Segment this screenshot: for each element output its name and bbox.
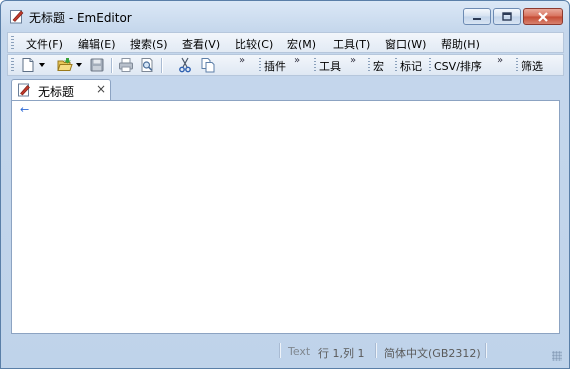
menu-help[interactable]: 帮助(H) — [441, 36, 480, 52]
tab-untitled[interactable]: 无标题 × — [11, 79, 111, 100]
close-icon — [538, 11, 548, 22]
filter-toolbar-label[interactable]: 筛选 — [521, 58, 543, 74]
document-icon — [18, 83, 30, 97]
status-bar: Text 行 1,列 1 简体中文(GB2312) — [7, 339, 564, 363]
print-preview-icon[interactable] — [139, 57, 155, 73]
toolbar-grip[interactable] — [368, 58, 370, 73]
macros-toolbar-label[interactable]: 宏 — [373, 58, 384, 74]
open-dropdown-icon[interactable] — [76, 63, 82, 67]
tools-overflow-chevron[interactable]: » — [350, 55, 356, 66]
minimize-icon — [473, 17, 481, 20]
menu-file[interactable]: 文件(F) — [26, 36, 63, 52]
new-file-icon[interactable] — [20, 57, 36, 73]
status-mode[interactable]: Text — [288, 345, 310, 358]
new-file-dropdown-icon[interactable] — [39, 63, 45, 67]
toolbar-grip[interactable] — [395, 58, 397, 73]
open-folder-icon[interactable] — [57, 57, 73, 73]
minimize-button[interactable] — [463, 8, 491, 25]
tools-toolbar-label[interactable]: 工具 — [319, 58, 341, 74]
save-icon[interactable] — [89, 57, 105, 73]
tab-close-icon[interactable]: × — [96, 82, 106, 96]
toolbar-grip[interactable] — [314, 58, 316, 73]
maximize-icon — [502, 12, 512, 21]
menu-macros[interactable]: 宏(M) — [287, 36, 316, 52]
close-window-button[interactable] — [523, 8, 563, 25]
menu-compare[interactable]: 比较(C) — [235, 36, 273, 52]
menu-tools[interactable]: 工具(T) — [333, 36, 370, 52]
status-separator — [375, 343, 376, 358]
tab-label: 无标题 — [38, 85, 75, 99]
csv-sort-toolbar-label[interactable]: CSV/排序 — [434, 58, 482, 74]
plugins-toolbar-label[interactable]: 插件 — [264, 58, 286, 74]
plugins-overflow-chevron[interactable]: » — [294, 55, 300, 66]
resize-grip[interactable] — [552, 351, 562, 361]
status-separator — [279, 343, 280, 358]
maximize-button[interactable] — [493, 8, 521, 25]
app-window: 无标题 - EmEditor 文件(F) 编辑(E) 搜索(S) 查看(V) 比… — [0, 0, 570, 369]
text-editor[interactable]: ← — [11, 100, 560, 334]
toolbar-separator — [111, 58, 112, 73]
toolbar-grip[interactable] — [429, 58, 431, 73]
title-bar[interactable]: 无标题 - EmEditor — [1, 1, 569, 31]
menu-search[interactable]: 搜索(S) — [130, 36, 168, 52]
toolbar-separator — [161, 58, 162, 73]
toolbar: » 插件 » 工具 » 宏 标记 CSV/排序 » 筛选 — [7, 54, 564, 76]
menu-window[interactable]: 窗口(W) — [385, 36, 426, 52]
copy-icon[interactable] — [200, 57, 216, 73]
toolbar-grip[interactable] — [259, 58, 261, 73]
status-encoding[interactable]: 简体中文(GB2312) — [384, 345, 481, 361]
emeditor-app-icon[interactable] — [9, 9, 24, 24]
menu-edit[interactable]: 编辑(E) — [78, 36, 116, 52]
eof-marker: ← — [20, 103, 30, 116]
status-separator — [485, 343, 486, 358]
menu-bar: 文件(F) 编辑(E) 搜索(S) 查看(V) 比较(C) 宏(M) 工具(T)… — [7, 32, 564, 53]
toolbar-overflow-chevron[interactable]: » — [239, 55, 245, 66]
markers-toolbar-label[interactable]: 标记 — [400, 58, 422, 74]
status-position[interactable]: 行 1,列 1 — [318, 345, 365, 361]
csv-overflow-chevron[interactable]: » — [497, 55, 503, 66]
print-icon[interactable] — [118, 57, 134, 73]
toolbar-grip[interactable] — [516, 58, 518, 73]
window-title: 无标题 - EmEditor — [29, 11, 132, 25]
cut-icon[interactable] — [177, 57, 193, 73]
document-tab-bar: 无标题 × — [7, 77, 564, 100]
toolbar-grip[interactable] — [11, 58, 14, 72]
menu-bar-grip[interactable] — [11, 36, 14, 50]
menu-view[interactable]: 查看(V) — [182, 36, 220, 52]
